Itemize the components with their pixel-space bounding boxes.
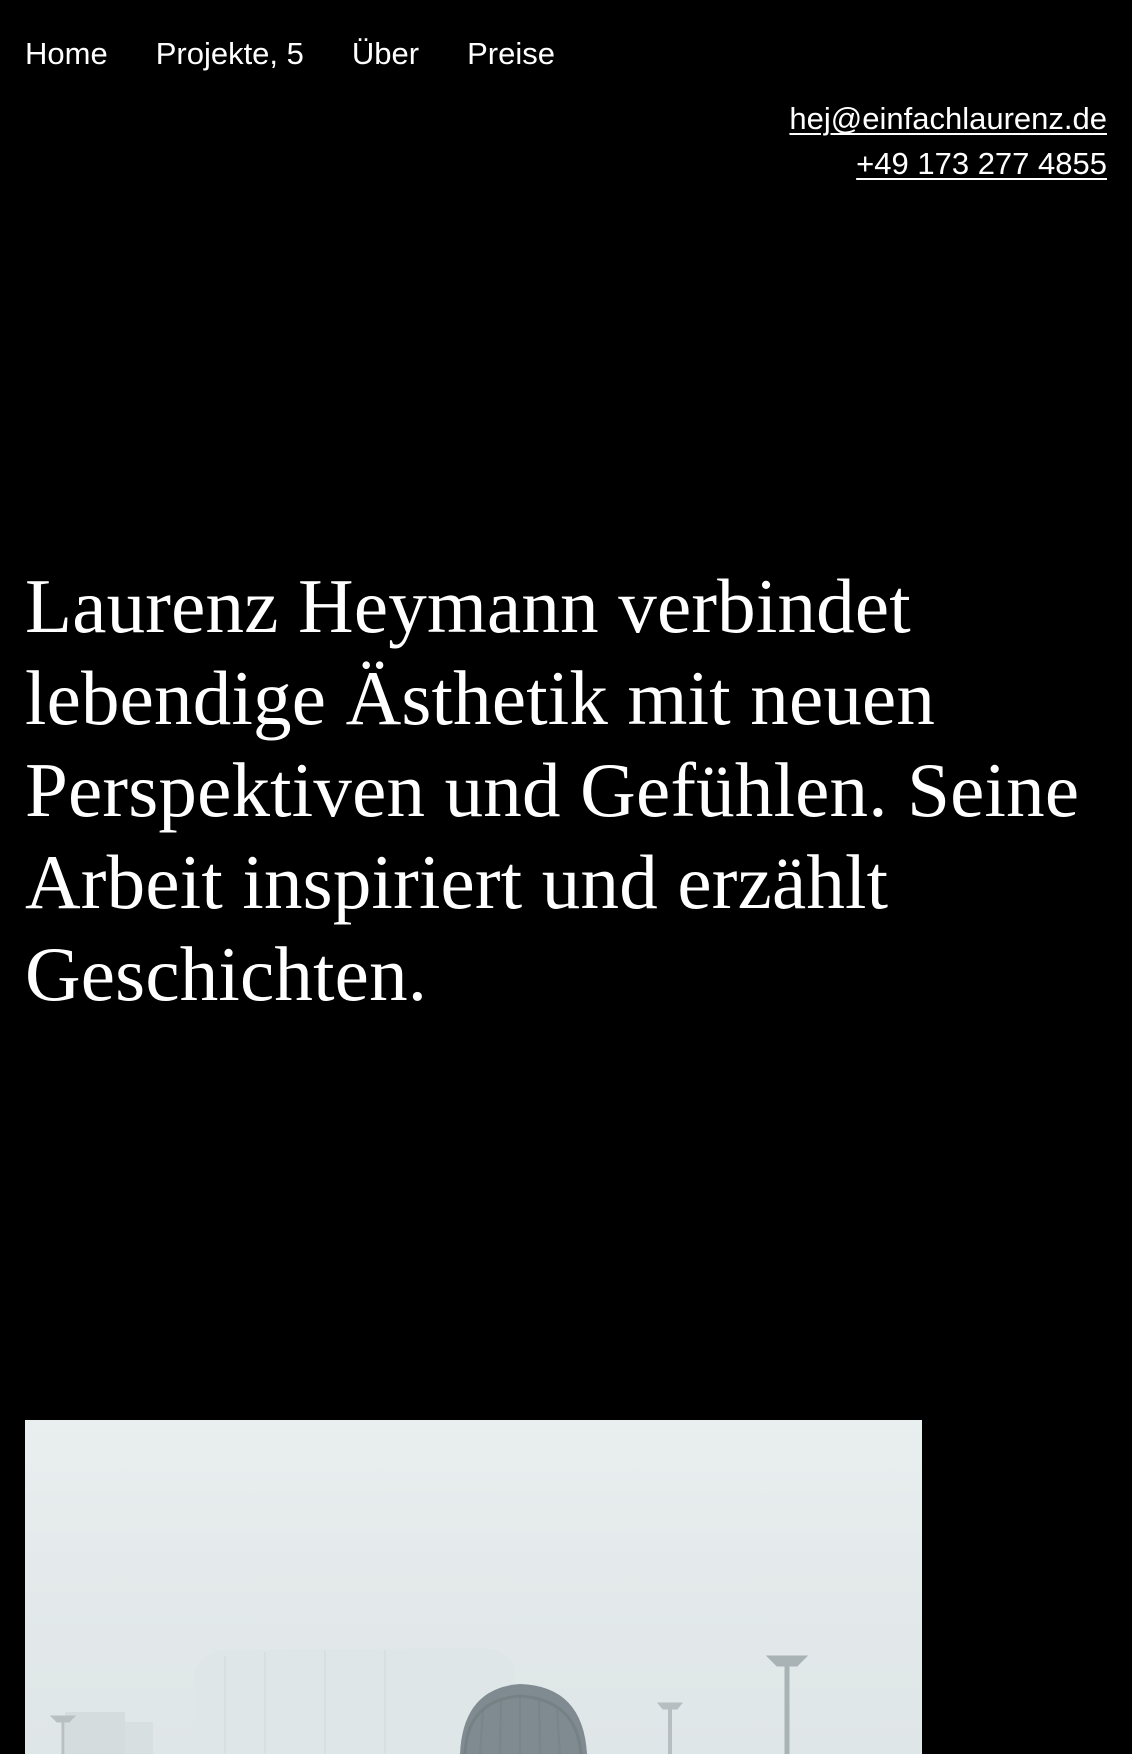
hero-headline: Laurenz Heymann verbindet lebendige Ästh…: [25, 563, 1080, 1017]
portrait-photo-illustration: [49, 1648, 809, 1754]
nav-item-preise[interactable]: Preise: [467, 32, 555, 76]
email-link[interactable]: hej@einfachlaurenz.de: [789, 96, 1107, 141]
contact-block: hej@einfachlaurenz.de +49 173 277 4855: [789, 96, 1107, 186]
nav-item-projekte[interactable]: Projekte, 5: [156, 32, 304, 76]
main-navigation: Home Projekte, 5 Über Preise: [25, 32, 603, 76]
phone-link[interactable]: +49 173 277 4855: [789, 141, 1107, 186]
portrait-photo: [25, 1420, 922, 1754]
nav-item-home[interactable]: Home: [25, 32, 108, 76]
nav-item-ueber[interactable]: Über: [352, 32, 419, 76]
